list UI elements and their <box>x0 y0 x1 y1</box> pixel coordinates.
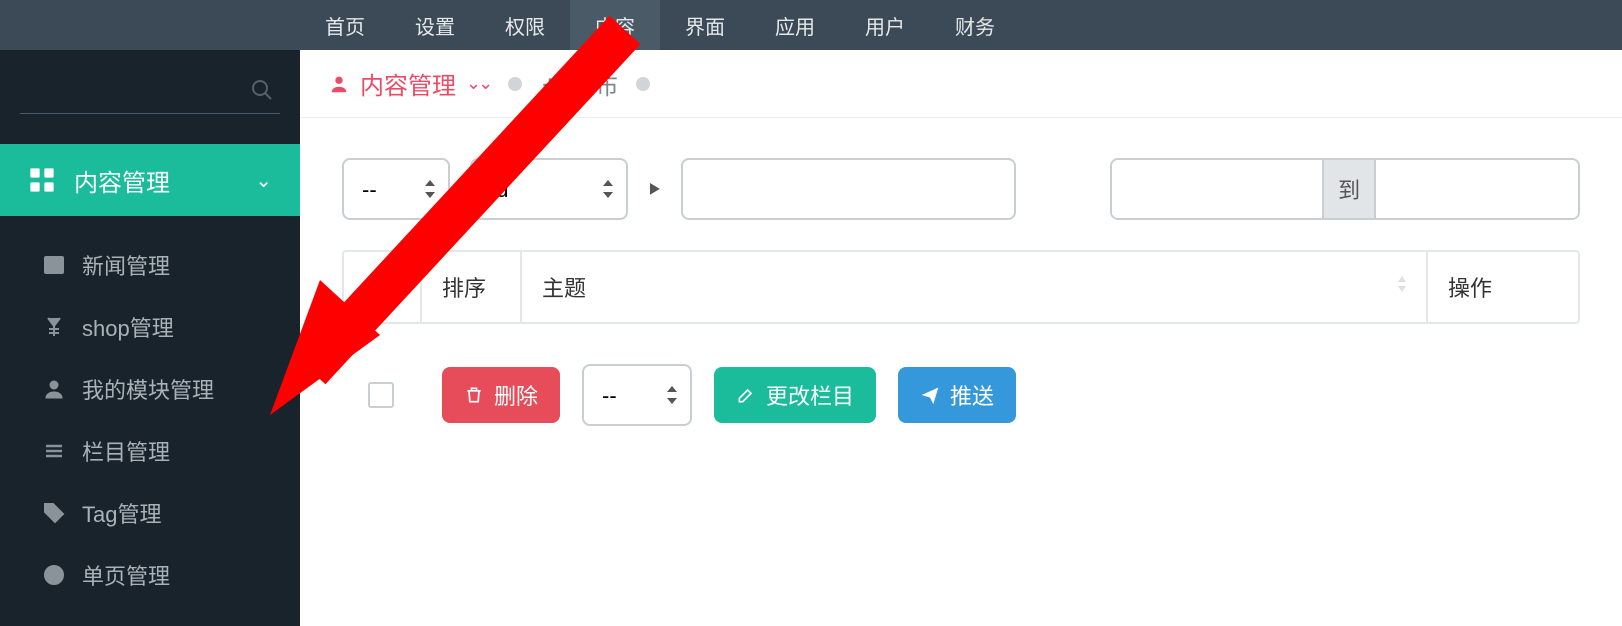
table-header-action: 操作 <box>1428 252 1578 322</box>
search-icon <box>250 78 274 102</box>
delete-button[interactable]: 删除 <box>442 367 560 423</box>
push-label: 推送 <box>950 379 994 411</box>
sidebar-item-shop[interactable]: shop管理 <box>0 296 300 358</box>
table-icon <box>42 253 66 277</box>
table-header-subject[interactable]: 主题 <box>522 252 1428 322</box>
change-column-label: 更改栏目 <box>766 379 854 411</box>
sidebar-search <box>0 50 300 124</box>
action-select-input[interactable]: -- <box>584 366 663 424</box>
user-icon <box>42 377 66 401</box>
sidebar-item-label: Tag管理 <box>82 497 161 529</box>
sidebar-item-news[interactable]: 新闻管理 <box>0 234 300 296</box>
trash-icon <box>464 385 484 405</box>
filter-range-to[interactable] <box>1376 160 1580 218</box>
sidebar-item-mymodule[interactable]: 我的模块管理 <box>0 358 300 420</box>
search-input[interactable] <box>20 70 280 110</box>
sidebar-item-label: 我的模块管理 <box>82 373 214 405</box>
select-caret-icon <box>602 180 614 198</box>
filter-select-type[interactable]: -- <box>342 158 450 220</box>
sidebar-category-content[interactable]: 内容管理 ⌄ <box>0 144 300 216</box>
filter-range-from[interactable] <box>1112 160 1322 218</box>
filter-select-field[interactable]: Id <box>470 158 627 220</box>
nav-users[interactable]: 用户 <box>840 0 930 50</box>
change-column-button[interactable]: 更改栏目 <box>714 367 876 423</box>
grid-icon <box>28 166 56 194</box>
sidebar-item-label: 新闻管理 <box>82 249 170 281</box>
user-icon <box>328 73 350 95</box>
action-select[interactable]: -- <box>582 364 692 426</box>
triangle-right-icon <box>648 182 662 196</box>
sidebar-item-columns[interactable]: 栏目管理 <box>0 420 300 482</box>
crumb-content-management[interactable]: 内容管理 ⌄⌄ <box>328 66 490 101</box>
table-subject-label: 主题 <box>542 271 586 303</box>
nav-permissions[interactable]: 权限 <box>480 0 570 50</box>
nav-home[interactable]: 首页 <box>300 0 390 50</box>
send-icon <box>920 385 940 405</box>
range-separator-label: 到 <box>1322 160 1376 218</box>
filter-select-field-input[interactable]: Id <box>472 160 555 218</box>
select-all-checkbox[interactable] <box>369 274 395 300</box>
sidebar-category-label: 内容管理 <box>74 163 170 198</box>
delete-label: 删除 <box>494 379 538 411</box>
table-header-checkbox <box>344 252 422 322</box>
main-content: 内容管理 ⌄⌄ 发布 -- Id <box>300 50 1622 626</box>
sidebar-submenu: 新闻管理 shop管理 我的模块管理 栏目管理 Tag管理 <box>0 216 300 606</box>
double-chevron-down-icon: ⌄⌄ <box>466 73 490 94</box>
table-header-sort[interactable]: 排序 <box>422 252 522 322</box>
sidebar: 内容管理 ⌄ 新闻管理 shop管理 我的模块管理 栏目管理 <box>0 50 300 626</box>
row-checkbox[interactable] <box>368 382 394 408</box>
filter-search-input[interactable] <box>681 158 1016 220</box>
filter-range: 到 <box>1110 158 1580 220</box>
page-icon <box>42 563 66 587</box>
sidebar-item-label: 栏目管理 <box>82 435 170 467</box>
crumb-publish-label: 发布 <box>570 66 618 101</box>
action-row: 删除 -- 更改栏目 推送 <box>300 324 1622 466</box>
crumb-separator <box>636 77 650 91</box>
nav-apps[interactable]: 应用 <box>750 0 840 50</box>
sidebar-item-label: shop管理 <box>82 311 174 343</box>
sidebar-item-label: 单页管理 <box>82 559 170 591</box>
crumb-publish[interactable]: 发布 <box>540 66 618 101</box>
sort-caret-icon <box>1396 274 1408 300</box>
sidebar-item-tag[interactable]: Tag管理 <box>0 482 300 544</box>
crumb-bar: 内容管理 ⌄⌄ 发布 <box>300 50 1622 118</box>
select-caret-icon <box>424 180 436 198</box>
filter-row: -- Id 到 <box>300 118 1622 250</box>
crumb-label: 内容管理 <box>360 66 456 101</box>
list-icon <box>42 439 66 463</box>
table-header: 排序 主题 操作 <box>342 250 1580 324</box>
plus-icon <box>540 74 560 94</box>
select-caret-icon <box>666 386 678 404</box>
sidebar-item-singlepage[interactable]: 单页管理 <box>0 544 300 606</box>
tag-icon <box>42 501 66 525</box>
nav-content[interactable]: 内容 <box>570 0 660 50</box>
yen-icon <box>42 315 66 339</box>
crumb-separator <box>508 77 522 91</box>
chevron-down-icon: ⌄ <box>255 168 272 193</box>
top-nav: 首页 设置 权限 内容 界面 应用 用户 财务 <box>0 0 1622 50</box>
nav-interface[interactable]: 界面 <box>660 0 750 50</box>
edit-icon <box>736 385 756 405</box>
filter-select-type-input[interactable]: -- <box>344 160 423 218</box>
nav-settings[interactable]: 设置 <box>390 0 480 50</box>
nav-finance[interactable]: 财务 <box>930 0 1020 50</box>
push-button[interactable]: 推送 <box>898 367 1016 423</box>
